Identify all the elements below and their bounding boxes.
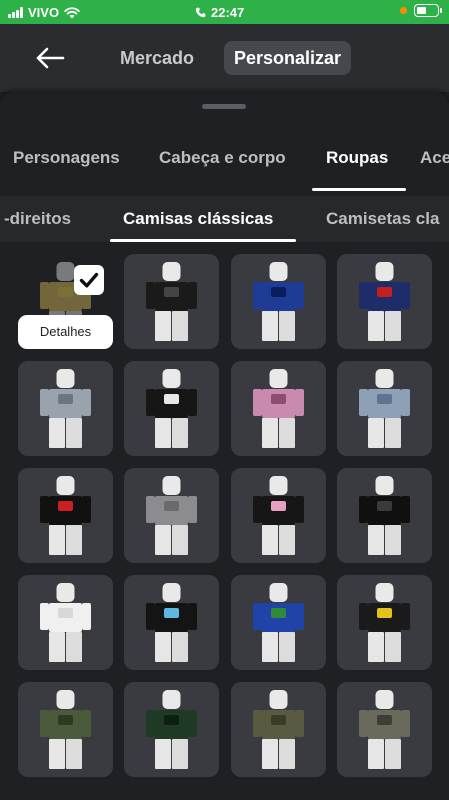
- tab-cabeca-e-corpo[interactable]: Cabeça e corpo: [159, 148, 286, 168]
- avatar-shirt-preview: [253, 369, 304, 448]
- subcategory-active-indicator: [110, 239, 296, 242]
- item-card[interactable]: [18, 468, 113, 563]
- avatar-shirt-preview: [359, 583, 410, 662]
- item-card[interactable]: [337, 254, 432, 349]
- item-card[interactable]: [231, 361, 326, 456]
- customize-sheet: Personagens Cabeça e corpo Roupas Aces -…: [0, 92, 449, 800]
- privacy-indicator-icon: [400, 7, 407, 14]
- item-card[interactable]: [337, 575, 432, 670]
- avatar-shirt-preview: [40, 369, 91, 448]
- item-card[interactable]: [231, 468, 326, 563]
- avatar-shirt-preview: [40, 690, 91, 769]
- item-card[interactable]: [337, 468, 432, 563]
- sheet-drag-handle[interactable]: [202, 104, 246, 109]
- avatar-shirt-preview: [359, 690, 410, 769]
- status-right: [400, 4, 442, 17]
- status-left: VIVO: [8, 5, 80, 20]
- avatar-shirt-preview: [253, 476, 304, 555]
- item-card[interactable]: [124, 468, 219, 563]
- tab-camisetas-classicas[interactable]: Camisetas cla: [326, 209, 439, 229]
- clock: 22:47: [211, 5, 245, 20]
- item-card[interactable]: [124, 682, 219, 777]
- item-card[interactable]: [337, 682, 432, 777]
- details-button[interactable]: Detalhes: [18, 315, 113, 349]
- tab-direitos[interactable]: -direitos: [4, 209, 71, 229]
- avatar-shirt-preview: [146, 690, 197, 769]
- category-active-indicator: [312, 188, 406, 191]
- back-arrow-icon[interactable]: [34, 43, 66, 73]
- signal-icon: [8, 7, 23, 18]
- battery-icon: [414, 4, 442, 17]
- avatar-shirt-preview: [359, 262, 410, 341]
- avatar-shirt-preview: [253, 690, 304, 769]
- avatar-shirt-preview: [146, 262, 197, 341]
- avatar-shirt-preview: [253, 583, 304, 662]
- item-card[interactable]: [124, 254, 219, 349]
- phone-icon: [195, 7, 206, 18]
- carrier-label: VIVO: [28, 5, 60, 20]
- avatar-shirt-preview: [40, 476, 91, 555]
- top-bar: Mercado Personalizar: [0, 24, 449, 92]
- category-tabs: Personagens Cabeça e corpo Roupas Aces: [0, 132, 449, 194]
- tab-personagens[interactable]: Personagens: [13, 148, 120, 168]
- status-center: 22:47: [195, 5, 244, 20]
- tab-personalizar[interactable]: Personalizar: [224, 41, 352, 75]
- tab-acessorios[interactable]: Aces: [420, 148, 449, 168]
- item-card[interactable]: [124, 575, 219, 670]
- subcategory-tabs: -direitos Camisas clássicas Camisetas cl…: [0, 196, 449, 242]
- tab-mercado[interactable]: Mercado: [110, 41, 204, 75]
- status-bar: VIVO 22:47: [0, 0, 449, 24]
- item-card[interactable]: [231, 575, 326, 670]
- item-card[interactable]: [18, 361, 113, 456]
- avatar-shirt-preview: [146, 369, 197, 448]
- item-card[interactable]: [124, 361, 219, 456]
- checkmark-icon: [79, 272, 99, 288]
- wifi-icon: [64, 6, 80, 18]
- avatar-shirt-preview: [359, 369, 410, 448]
- item-card[interactable]: [18, 682, 113, 777]
- item-card[interactable]: [231, 682, 326, 777]
- avatar-shirt-preview: [359, 476, 410, 555]
- item-card[interactable]: [18, 575, 113, 670]
- selected-checkbox[interactable]: [74, 265, 104, 295]
- item-card[interactable]: [231, 254, 326, 349]
- avatar-shirt-preview: [146, 583, 197, 662]
- item-card[interactable]: [337, 361, 432, 456]
- avatar-shirt-preview: [253, 262, 304, 341]
- tab-roupas[interactable]: Roupas: [326, 148, 388, 168]
- tab-camisas-classicas[interactable]: Camisas clássicas: [123, 209, 273, 229]
- avatar-shirt-preview: [146, 476, 197, 555]
- avatar-shirt-preview: [40, 583, 91, 662]
